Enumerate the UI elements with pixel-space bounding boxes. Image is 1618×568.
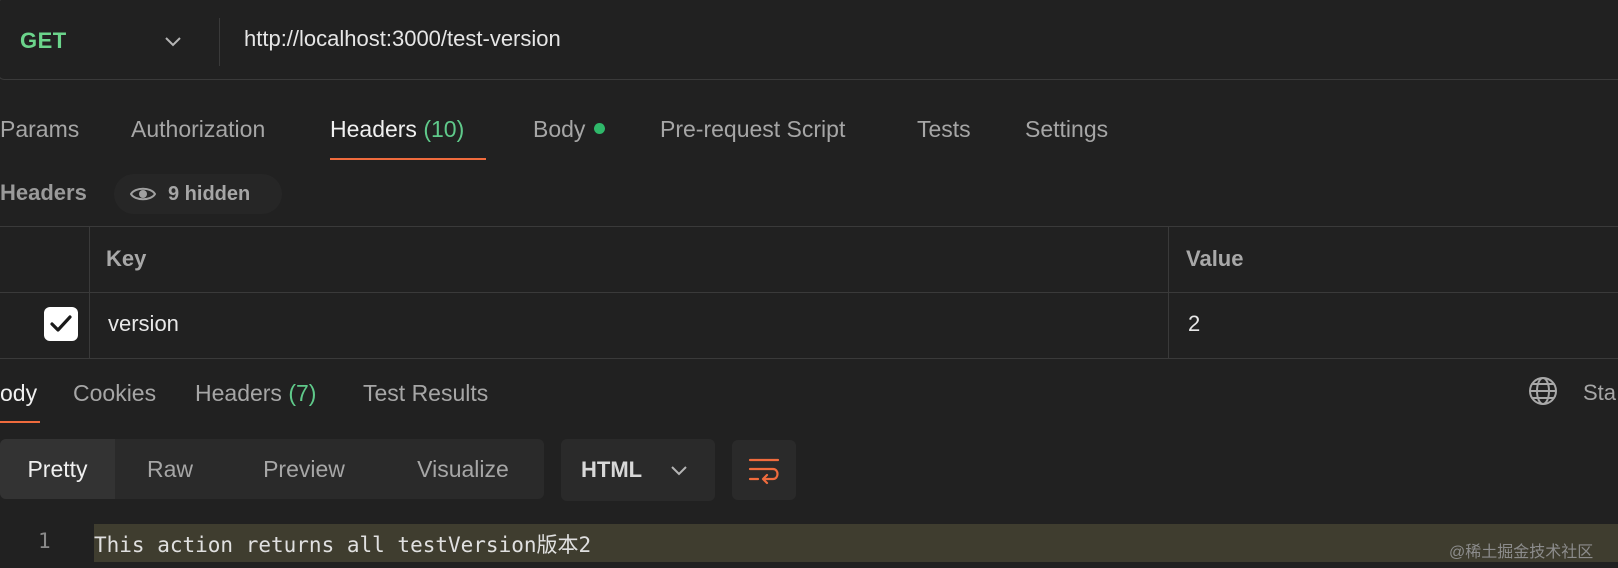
tab-label: ody <box>0 380 38 406</box>
tab-pre-request-script[interactable]: Pre-request Script <box>660 116 845 143</box>
tab-settings[interactable]: Settings <box>1025 116 1108 143</box>
table-border-middle <box>0 292 1618 293</box>
tab-body[interactable]: Body <box>533 116 606 143</box>
line-number: 1 <box>38 529 51 553</box>
table-border-top <box>0 226 1618 227</box>
tab-tests[interactable]: Tests <box>917 116 971 143</box>
tab-label: Headers <box>330 116 417 142</box>
active-tab-indicator <box>330 158 486 160</box>
tab-headers[interactable]: Headers (10) <box>330 116 464 143</box>
tab-label: Tests <box>917 116 971 142</box>
table-border-bottom <box>0 358 1618 359</box>
tab-response-headers[interactable]: Headers (7) <box>195 380 316 407</box>
tab-response-body[interactable]: ody <box>0 380 37 407</box>
chevron-down-icon[interactable] <box>162 30 184 52</box>
header-enabled-checkbox[interactable] <box>44 307 78 341</box>
wrap-lines-button[interactable] <box>732 440 796 500</box>
format-value: HTML <box>581 457 643 482</box>
tab-label: Params <box>0 116 80 142</box>
code-line[interactable]: This action returns all testVersion版本2 <box>94 529 591 559</box>
tab-label: Test Results <box>363 380 489 406</box>
column-header-key: Key <box>106 246 147 271</box>
method-select[interactable]: GET <box>20 28 67 54</box>
tab-label: Body <box>533 116 586 142</box>
headers-section-title: Headers <box>0 180 87 205</box>
url-divider <box>219 18 220 66</box>
body-indicator-dot <box>594 123 606 135</box>
view-mode-preview[interactable]: Preview <box>225 439 383 499</box>
tab-label: Headers <box>195 380 282 406</box>
view-mode-selector: Pretty Raw Preview Visualize <box>0 439 544 499</box>
tab-count: (10) <box>423 116 465 142</box>
checkmark-icon <box>50 315 72 332</box>
column-header-value: Value <box>1186 246 1244 271</box>
watermark: @稀土掘金技术社区 <box>1449 544 1594 561</box>
active-response-tab-indicator <box>0 421 40 423</box>
header-value-cell[interactable]: 2 <box>1188 311 1200 337</box>
hidden-count-text: 9 hidden <box>168 183 251 205</box>
tab-label: Settings <box>1025 116 1109 142</box>
view-mode-visualize[interactable]: Visualize <box>383 439 543 499</box>
wrap-lines-icon <box>748 458 780 485</box>
table-column-divider <box>89 226 90 358</box>
tab-cookies[interactable]: Cookies <box>73 380 156 407</box>
globe-icon[interactable] <box>1528 376 1558 406</box>
view-mode-pretty[interactable]: Pretty <box>0 439 115 499</box>
tab-test-results[interactable]: Test Results <box>363 380 488 407</box>
tab-count: (7) <box>288 380 317 406</box>
tab-label: Cookies <box>73 380 157 406</box>
tab-label: Authorization <box>131 116 266 142</box>
eye-icon <box>130 187 156 201</box>
view-mode-raw[interactable]: Raw <box>115 439 225 499</box>
status-label: Sta <box>1583 380 1617 405</box>
tab-params[interactable]: Params <box>0 116 79 143</box>
chevron-down-icon <box>671 466 687 476</box>
format-select[interactable]: HTML <box>561 439 715 501</box>
table-column-divider <box>1168 226 1169 358</box>
header-key-cell[interactable]: version <box>108 311 179 337</box>
url-input[interactable] <box>244 22 1544 56</box>
tab-authorization[interactable]: Authorization <box>131 116 265 143</box>
hidden-headers-toggle[interactable]: 9 hidden <box>114 174 282 214</box>
tab-label: Pre-request Script <box>660 116 846 142</box>
